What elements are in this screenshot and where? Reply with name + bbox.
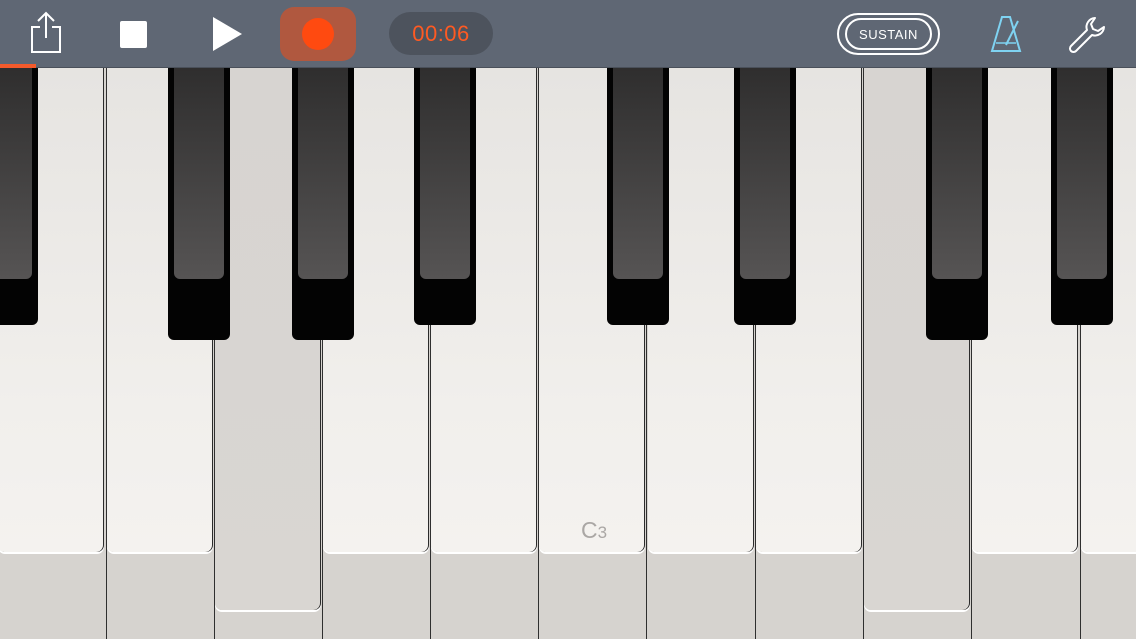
wrench-icon	[1068, 17, 1105, 54]
stop-button[interactable]	[112, 13, 154, 55]
metronome-button[interactable]	[984, 12, 1028, 56]
piano-keyboard: C3	[0, 68, 1136, 639]
settings-button[interactable]	[1065, 12, 1109, 58]
black-key-2[interactable]	[292, 68, 354, 340]
black-key-3[interactable]	[414, 68, 476, 325]
toolbar: 00:06 SUSTAIN	[0, 0, 1136, 68]
record-button[interactable]	[280, 7, 356, 61]
share-icon	[31, 11, 61, 53]
time-display: 00:06	[389, 12, 493, 55]
play-button[interactable]	[205, 12, 249, 56]
black-key-6[interactable]	[926, 68, 988, 340]
record-icon	[302, 18, 334, 50]
sustain-label: SUSTAIN	[845, 18, 932, 50]
black-key-0[interactable]	[0, 68, 38, 325]
black-key-4[interactable]	[607, 68, 669, 325]
sustain-button[interactable]: SUSTAIN	[837, 13, 940, 55]
play-icon	[213, 17, 242, 51]
stop-icon	[119, 20, 147, 48]
black-key-1[interactable]	[168, 68, 230, 340]
metronome-icon	[990, 16, 1022, 52]
black-key-5[interactable]	[734, 68, 796, 325]
share-button[interactable]	[24, 8, 68, 56]
black-key-7[interactable]	[1051, 68, 1113, 325]
c3-key-label: C3	[580, 517, 608, 543]
